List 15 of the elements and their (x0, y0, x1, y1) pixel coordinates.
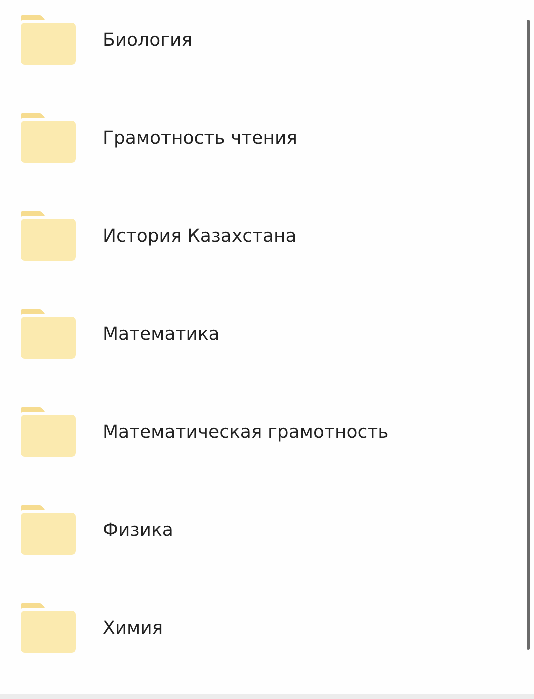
folder-icon (21, 603, 76, 653)
scrollbar[interactable] (527, 20, 530, 650)
folder-icon (21, 309, 76, 359)
folder-name[interactable]: История Казахстана (103, 226, 297, 246)
folder-name[interactable]: Химия (103, 618, 164, 638)
folder-name[interactable]: Математическая грамотность (103, 422, 389, 442)
folder-name[interactable]: Физика (103, 520, 174, 540)
folder-name[interactable]: Грамотность чтения (103, 128, 298, 148)
folder-icon (21, 113, 76, 163)
folder-icon (21, 505, 76, 555)
folder-icon (21, 211, 76, 261)
folder-name[interactable]: Математика (103, 324, 220, 344)
folder-icon (21, 407, 76, 457)
folder-icon (21, 15, 76, 65)
folder-name[interactable]: Биология (103, 30, 193, 50)
